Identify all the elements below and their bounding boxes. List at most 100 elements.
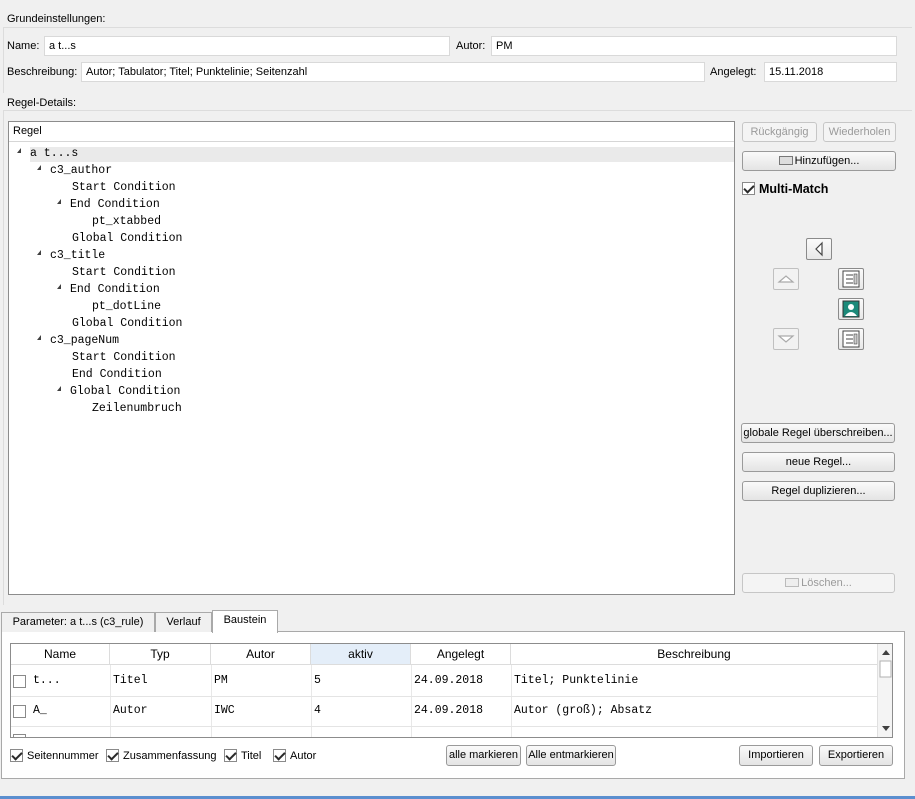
add-icon <box>778 155 793 165</box>
created-label: Angelegt: <box>710 66 757 78</box>
delete-button[interactable]: Löschen... <box>742 573 895 593</box>
table-scrollbar[interactable] <box>877 644 892 737</box>
tab-building-block[interactable]: Baustein <box>212 610 278 633</box>
cell-type: Autor <box>113 704 148 717</box>
add-button[interactable]: Hinzufügen... <box>742 151 896 171</box>
building-block-table[interactable]: Name Typ Autor aktiv Angelegt Beschreibu… <box>10 643 893 738</box>
page-numbers-checkbox[interactable] <box>10 749 23 762</box>
expand-arrow-icon[interactable] <box>57 199 61 205</box>
export-button[interactable]: Exportieren <box>819 745 893 766</box>
document-button-2[interactable] <box>838 328 864 350</box>
move-down-button[interactable] <box>773 328 799 350</box>
redo-button[interactable]: Wiederholen <box>823 122 896 142</box>
column-header-created[interactable]: Angelegt <box>411 644 511 665</box>
tree-node[interactable]: pt_dotLine <box>92 298 161 315</box>
title-label: Titel <box>241 750 262 762</box>
row-divider <box>11 726 877 727</box>
cell-author: IWC <box>214 704 235 717</box>
mark-all-button[interactable]: alle markieren <box>446 745 521 766</box>
expand-arrow-icon[interactable] <box>37 335 41 341</box>
tree-node[interactable]: Global Condition <box>72 230 182 247</box>
summary-checkbox[interactable] <box>106 749 119 762</box>
column-header-active[interactable]: aktiv <box>311 644 411 665</box>
multi-match-label: Multi-Match <box>759 182 829 196</box>
tree-node[interactable]: Start Condition <box>72 179 176 196</box>
cell-type: Titel <box>113 674 148 687</box>
tree-node[interactable]: a t...s <box>17 145 78 162</box>
name-label: Name: <box>7 40 40 52</box>
tree-selection-highlight <box>30 147 734 162</box>
description-field[interactable]: Autor; Tabulator; Titel; Punktelinie; Se… <box>81 62 705 82</box>
rule-details-label: Regel-Details: <box>7 97 77 109</box>
scroll-thumb <box>879 660 892 678</box>
tree-node[interactable]: c3_author <box>37 162 112 179</box>
author-label: Autor: <box>456 40 486 52</box>
page-numbers-label: Seitennummer <box>27 750 99 762</box>
column-divider <box>110 665 111 737</box>
scroll-down-icon <box>882 726 890 731</box>
tree-node[interactable]: Zeilenumbruch <box>92 400 182 417</box>
column-header-description[interactable]: Beschreibung <box>511 644 877 665</box>
expand-arrow-icon[interactable] <box>37 250 41 256</box>
user-button[interactable] <box>838 298 864 320</box>
row-checkbox[interactable] <box>13 675 26 688</box>
duplicate-rule-button[interactable]: Regel duplizieren... <box>742 481 895 501</box>
cell-active: 5 <box>314 674 321 687</box>
tab-parameter[interactable]: Parameter: a t...s (c3_rule) <box>1 612 155 632</box>
tree-node[interactable]: pt_xtabbed <box>92 213 161 230</box>
cell-name: t... <box>33 674 61 687</box>
tree-node[interactable]: Start Condition <box>72 349 176 366</box>
user-icon <box>842 300 860 318</box>
arrow-left-icon <box>815 241 823 257</box>
column-divider <box>311 665 312 737</box>
author-field[interactable]: PM <box>491 36 897 56</box>
tree-node[interactable]: c3_pageNum <box>37 332 119 349</box>
scroll-up-icon <box>882 650 890 655</box>
name-field[interactable]: a t...s <box>44 36 450 56</box>
tree-node[interactable]: c3_title <box>37 247 105 264</box>
column-divider <box>411 665 412 737</box>
new-rule-button[interactable]: neue Regel... <box>742 452 895 472</box>
document-button[interactable] <box>838 268 864 290</box>
move-left-button[interactable] <box>806 238 832 260</box>
expand-arrow-icon[interactable] <box>37 165 41 171</box>
cell-name: A_ <box>33 704 47 717</box>
basic-settings-label: Grundeinstellungen: <box>7 13 106 25</box>
arrow-up-icon <box>777 275 795 283</box>
arrow-down-icon <box>777 335 795 343</box>
expand-arrow-icon[interactable] <box>17 148 21 154</box>
move-up-button[interactable] <box>773 268 799 290</box>
tree-node[interactable]: Global Condition <box>57 383 180 400</box>
tree-node[interactable]: Global Condition <box>72 315 182 332</box>
cell-description: Autor (groß); Absatz <box>514 704 653 717</box>
tree-node[interactable]: Start Condition <box>72 264 176 281</box>
expand-arrow-icon[interactable] <box>57 386 61 392</box>
author-checkbox[interactable] <box>273 749 286 762</box>
import-button[interactable]: Importieren <box>739 745 813 766</box>
tree-node[interactable]: End Condition <box>57 281 160 298</box>
column-header-name[interactable]: Name <box>11 644 110 665</box>
column-header-type[interactable]: Typ <box>110 644 211 665</box>
override-global-rule-button[interactable]: globale Regel überschreiben... <box>741 423 895 443</box>
author-label-filter: Autor <box>290 750 317 762</box>
summary-label: Zusammenfassung <box>123 750 217 762</box>
tree-node[interactable]: End Condition <box>57 196 160 213</box>
tab-history[interactable]: Verlauf <box>155 612 212 632</box>
tree-node[interactable]: End Condition <box>72 366 162 383</box>
title-checkbox[interactable] <box>224 749 237 762</box>
column-header-author[interactable]: Autor <box>211 644 311 665</box>
cell-created: 24.09.2018 <box>414 704 484 717</box>
undo-button[interactable]: Rückgängig <box>742 122 817 142</box>
row-checkbox[interactable] <box>13 734 26 737</box>
document-icon <box>842 270 860 288</box>
unmark-all-button[interactable]: Alle entmarkieren <box>526 745 616 766</box>
created-field[interactable]: 15.11.2018 <box>764 62 897 82</box>
description-label: Beschreibung: <box>7 66 78 78</box>
column-divider <box>211 665 212 737</box>
cell-author: PM <box>214 674 228 687</box>
multi-match-checkbox[interactable] <box>742 182 755 195</box>
tree-header: Regel <box>9 122 734 142</box>
cell-description: Titel; Punktelinie <box>514 674 639 687</box>
expand-arrow-icon[interactable] <box>57 284 61 290</box>
row-checkbox[interactable] <box>13 705 26 718</box>
